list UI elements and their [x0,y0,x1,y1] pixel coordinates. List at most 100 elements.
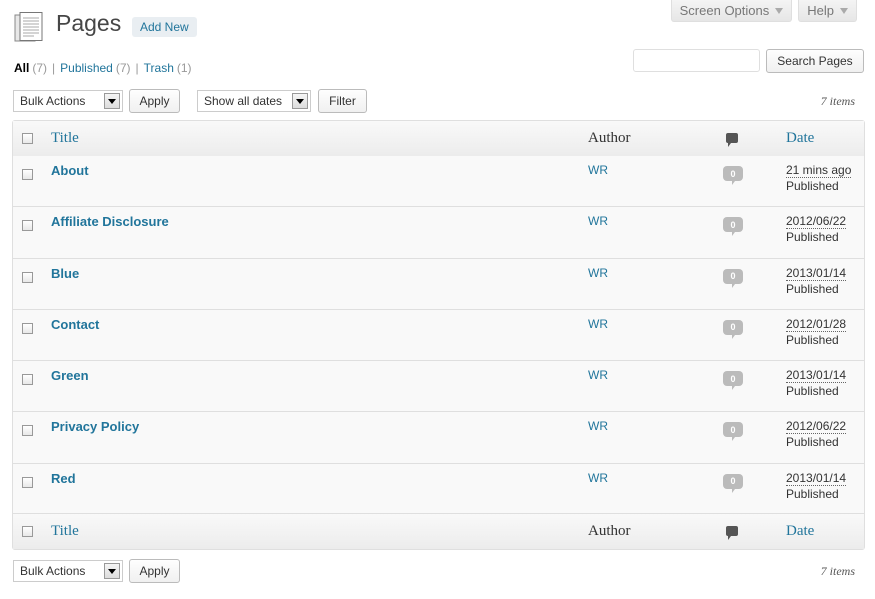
filter-trash-count: (1) [176,61,192,75]
comments-icon[interactable] [726,526,738,540]
date-filter-value: Show all dates [204,94,283,108]
row-author-link[interactable]: WR [588,163,608,177]
filter-all-count: (7) [32,61,48,75]
chevron-down-icon [104,93,120,109]
help-label: Help [807,3,834,18]
row-date: 2012/06/22 [786,214,847,230]
help-button[interactable]: Help [798,0,857,22]
filter-published-label: Published [60,61,113,75]
comment-count-icon[interactable]: 0 [723,422,743,442]
filter-all-label: All [14,61,30,75]
screen-meta-links: Screen Options Help [670,0,857,22]
select-all-checkbox[interactable] [22,133,33,144]
items-count-top: 7 items [820,94,855,108]
date-filter-select[interactable]: Show all dates [197,90,311,112]
table-row: Red WR 0 2013/01/14 Published [13,463,864,516]
comment-count-icon[interactable]: 0 [723,166,743,185]
row-date: 2013/01/14 [786,265,847,281]
screen-options-label: Screen Options [679,3,770,18]
items-count-bottom: 7 items [820,564,855,578]
pages-icon [14,12,43,42]
apply-button-bottom[interactable]: Apply [129,559,180,583]
row-date: 21 mins ago [786,163,852,178]
bulk-actions-value: Bulk Actions [20,564,86,578]
filter-published[interactable]: Published (7) [60,61,130,75]
bulk-actions-select-bottom[interactable]: Bulk Actions [13,560,123,582]
row-checkbox[interactable] [22,476,33,488]
row-title-link[interactable]: Blue [51,266,79,281]
row-author-link[interactable]: WR [588,266,608,280]
filter-separator: | [135,61,139,75]
row-checkbox[interactable] [22,322,33,334]
row-author-link[interactable]: WR [588,471,608,485]
filter-trash-label: Trash [143,61,174,75]
row-date: 2012/06/22 [786,419,847,435]
filter-button[interactable]: Filter [318,89,367,113]
chevron-down-icon [104,563,120,579]
row-title-link[interactable]: Contact [51,317,99,332]
comment-count-icon[interactable]: 0 [723,473,743,493]
column-author-header: Author [588,130,631,146]
filter-published-count: (7) [115,61,131,75]
chevron-down-icon [775,7,784,14]
row-checkbox[interactable] [22,425,33,437]
chevron-down-icon [840,7,848,14]
page-title: Pages [56,10,122,36]
table-row: Privacy Policy WR 0 2012/06/22 Published [13,412,864,464]
row-status: Published [786,384,839,399]
table-row: Green WR 0 2013/01/14 Published [13,361,864,413]
row-checkbox[interactable] [22,220,33,232]
table-row: Affiliate Disclosure WR 0 2012/06/22 Pub… [13,207,864,259]
filter-trash[interactable]: Trash (1) [144,61,192,75]
row-title-link[interactable]: Affiliate Disclosure [51,214,169,229]
bulk-actions-value: Bulk Actions [20,94,86,108]
table-body: About WR 0 21 mins ago Published Affilia… [13,156,864,516]
apply-button-top[interactable]: Apply [129,89,180,113]
row-status: Published [786,281,839,296]
search-pages-button[interactable]: Search Pages [766,49,864,73]
column-author-footer: Author [588,523,631,539]
row-title-link[interactable]: Green [51,368,89,383]
row-status: Published [786,435,839,450]
table-row: About WR 0 21 mins ago Published [13,156,864,208]
comment-count-icon[interactable]: 0 [723,371,743,391]
pages-table: Title Author Date About WR 0 21 mins ago… [12,120,865,550]
row-status: Published [786,179,839,193]
comments-icon[interactable] [726,133,738,147]
row-date: 2013/01/14 [786,470,847,486]
search-input[interactable] [633,49,760,72]
row-checkbox[interactable] [22,271,33,283]
add-new-button[interactable]: Add New [132,17,197,37]
table-header: Title Author Date [13,121,864,157]
table-row: Blue WR 0 2013/01/14 Published [13,258,864,310]
row-checkbox[interactable] [22,374,33,386]
bulk-actions-select-top[interactable]: Bulk Actions [13,90,123,112]
column-title-footer[interactable]: Title [51,523,79,540]
row-author-link[interactable]: WR [588,317,608,331]
screen-options-button[interactable]: Screen Options [670,0,793,22]
row-title-link[interactable]: Red [51,471,76,486]
row-author-link[interactable]: WR [588,214,608,228]
table-row: Contact WR 0 2012/01/28 Published [13,309,864,362]
column-date-header[interactable]: Date [786,130,814,147]
row-checkbox[interactable] [22,169,33,180]
row-title-link[interactable]: About [51,163,89,178]
row-date: 2012/01/28 [786,316,847,332]
row-status: Published [786,332,839,347]
column-title-header[interactable]: Title [51,130,79,147]
column-date-footer[interactable]: Date [786,523,814,540]
comment-count-icon[interactable]: 0 [723,217,743,237]
filter-separator: | [52,61,56,75]
filter-all[interactable]: All (7) [14,61,47,75]
comment-count-icon[interactable]: 0 [723,268,743,288]
row-status: Published [786,486,839,501]
chevron-down-icon [292,93,308,109]
row-status: Published [786,230,839,245]
row-title-link[interactable]: Privacy Policy [51,419,139,434]
select-all-checkbox-bottom[interactable] [22,526,33,537]
row-author-link[interactable]: WR [588,419,608,433]
comment-count-icon[interactable]: 0 [723,319,743,339]
status-filters: All (7) | Published (7) | Trash (1) [14,61,192,75]
row-author-link[interactable]: WR [588,368,608,382]
table-footer: Title Author Date [13,513,864,549]
